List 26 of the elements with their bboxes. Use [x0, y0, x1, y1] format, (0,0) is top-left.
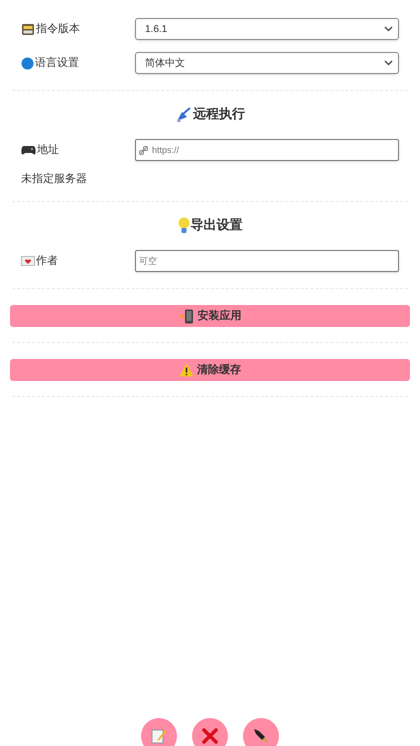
light-bulb-icon — [178, 216, 190, 234]
memo-icon — [151, 728, 167, 744]
round-button[interactable] — [243, 718, 279, 746]
status-text: 未指定服务器 — [21, 172, 87, 187]
gamepad-icon — [21, 144, 36, 156]
section-heading: 远程执行 — [193, 105, 245, 124]
fountain-pen-icon — [253, 728, 269, 744]
field-label: 地址 — [37, 142, 59, 158]
cabinet-icon — [21, 22, 35, 36]
chevron-down-icon — [384, 26, 393, 32]
chevron-down-icon — [384, 60, 393, 66]
field-label: 作者 — [36, 254, 58, 269]
warning-icon — [179, 363, 194, 377]
phone-arrow-icon — [178, 308, 194, 324]
field-label: 语言设置 — [35, 56, 79, 71]
love-letter-icon — [21, 256, 35, 266]
dropdown-select[interactable]: 1.6.1 — [135, 18, 399, 40]
input-field[interactable]: 可空 — [135, 250, 399, 272]
action-button[interactable]: 安装应用 — [10, 305, 410, 327]
field-label: 指令版本 — [36, 22, 80, 37]
input-field[interactable]: https:// — [135, 139, 399, 161]
section-heading: 导出设置 — [190, 216, 242, 234]
dropdown-select[interactable]: 简体中文 — [135, 52, 399, 74]
action-button[interactable]: 清除缓存 — [10, 359, 410, 381]
link-icon — [139, 146, 148, 155]
close-icon — [202, 728, 218, 744]
